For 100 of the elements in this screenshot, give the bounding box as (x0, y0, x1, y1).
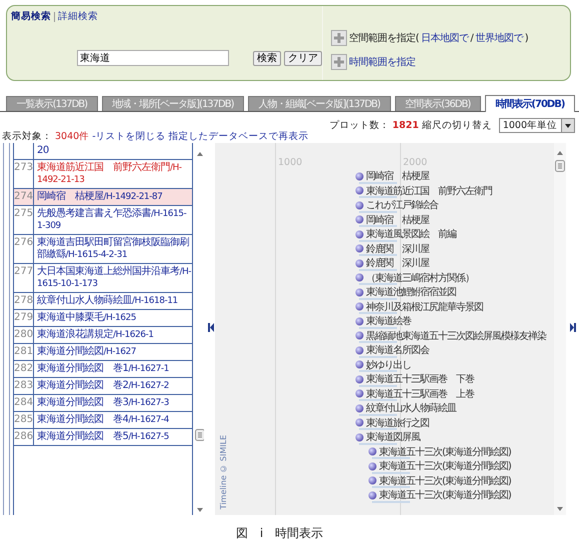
event-marker-icon[interactable] (368, 462, 377, 471)
result-row[interactable]: 285 東海道分間絵図 巻4/H-1627-4 (14, 412, 192, 429)
event-label[interactable]: 東海道図屏風 (366, 430, 420, 444)
caret-icon[interactable] (561, 119, 574, 132)
scroll-thumb[interactable] (555, 160, 565, 172)
event-label[interactable]: 紋章付山水人物蒔絵皿 (366, 401, 456, 416)
result-row[interactable]: 281 東海道分間絵図/H-1627 (14, 344, 192, 361)
scroll-down-icon[interactable] (197, 508, 203, 512)
event-marker-icon[interactable] (355, 374, 364, 384)
scroll-left-icon[interactable] (208, 323, 214, 332)
scroll-right-icon[interactable] (570, 323, 576, 332)
target-count: 3040件 (55, 130, 90, 143)
credit-text: Timeline © SIMILE (219, 434, 228, 509)
scroll-up-icon[interactable] (557, 151, 563, 155)
event-marker-icon[interactable] (355, 360, 364, 370)
event-label[interactable]: 東海道名所図会 (366, 343, 429, 358)
event-label[interactable]: 東海道五十三次(東海道分間絵図) (379, 459, 511, 474)
search-mode-tab[interactable]: 簡易検索 (11, 10, 51, 23)
event-label[interactable]: 鈴鹿関 深川屋 (366, 256, 429, 270)
scroll-thumb[interactable] (195, 429, 204, 441)
event-marker-icon[interactable] (368, 447, 377, 456)
event-label[interactable]: 黒縮緬地東海道五十三次図絵屏風模様友禅染 (366, 328, 546, 343)
result-title: 大日本国東海道上総州国井沿車考/H-1615-10-1-173 (36, 266, 192, 290)
search-button[interactable]: 検索 (253, 50, 281, 66)
result-row[interactable]: 274 岡崎宿 桔梗屋/H-1492-21-87 (14, 189, 192, 206)
event-marker-icon[interactable] (355, 200, 364, 210)
result-row[interactable]: 20 (14, 143, 192, 160)
row-number: 273 (14, 160, 34, 188)
result-title: 東海道吉田駅田町留宮御枝阪臨御刷部繳繇/H-1615-4-2-31 (36, 237, 190, 261)
search-mode-tab[interactable]: 詳細検索 (58, 10, 98, 23)
event-label[interactable]: （東海道三嶋宿村方関係） (366, 270, 474, 285)
event-label[interactable]: 東海道五十三次(東海道分間絵図) (379, 488, 511, 502)
scroll-down-icon[interactable] (557, 507, 563, 511)
result-row[interactable]: 280 東海道浪花講規定/H-1626-1 (14, 327, 192, 344)
list-link[interactable]: -リストを閉じる (92, 130, 166, 143)
event-label[interactable]: 鈴鹿関 深川屋 (366, 242, 429, 256)
result-row[interactable]: 276 東海道吉田駅田町留宮御枝阪臨御刷部繳繇/H-1615-4-2-31 (14, 235, 192, 264)
event-marker-icon[interactable] (355, 258, 364, 268)
event-label[interactable]: 東海道五十三次(東海道分間絵図) (379, 474, 511, 488)
scale-label: 縮尺の切り替え (422, 119, 492, 132)
event-marker-icon[interactable] (355, 288, 364, 297)
event-marker-icon[interactable] (368, 476, 377, 486)
event-label[interactable]: 東海道五十三次(東海道分間絵図) (379, 444, 511, 459)
result-row[interactable]: 277 大日本国東海道上総州国井沿車考/H-1615-10-1-173 (14, 264, 192, 293)
scroll-up-icon[interactable] (197, 152, 203, 156)
event-marker-icon[interactable] (355, 432, 364, 442)
event-marker-icon[interactable] (355, 302, 364, 312)
result-title: 東海道分間絵図 巻4/H-1627-4 (36, 414, 169, 426)
result-row[interactable]: 275 先般愚考建言書え乍恐添書/H-1615-1-309 (14, 206, 192, 235)
separator-text: / (470, 32, 474, 44)
event-marker-icon[interactable] (355, 389, 364, 398)
result-title: 先般愚考建言書え乍恐添書/H-1615-1-309 (36, 208, 188, 232)
row-number: 280 (14, 327, 34, 343)
row-number: 283 (14, 378, 34, 394)
event-marker-icon[interactable] (355, 273, 364, 282)
event-marker-icon[interactable] (355, 346, 364, 355)
event-marker-icon[interactable] (355, 331, 364, 340)
list-link[interactable]: 指定したデータベースで再表示 (168, 130, 309, 143)
event-label[interactable]: 東海道池鯉鮒宿宿並図 (366, 285, 456, 300)
scale-dropdown[interactable]: 1000年単位 (498, 118, 575, 133)
event-label[interactable]: 妙ゆり出し (366, 358, 411, 372)
event-marker-icon[interactable] (355, 215, 364, 224)
map-link[interactable]: 日本地図で (420, 31, 468, 45)
event-marker-icon[interactable] (355, 172, 364, 181)
result-row[interactable]: 278 紋章付山水人物蒔絵皿/H-1618-11 (14, 293, 192, 310)
result-row[interactable]: 283 東海道分間絵図 巻2/H-1627-2 (14, 378, 192, 395)
event-label[interactable]: 岡崎宿 桔梗屋 (366, 212, 429, 227)
event-label[interactable]: 神奈川及箱根江尻龍華寺景図 (366, 300, 483, 314)
result-row[interactable]: 286 東海道分間絵図 巻5/H-1627-5 (14, 429, 192, 446)
event-marker-icon[interactable] (368, 490, 377, 500)
result-row[interactable]: 282 東海道分間絵図 巻1/H-1627-1 (14, 361, 192, 378)
event-label[interactable]: 岡崎宿 桔梗屋 (366, 169, 429, 184)
event-marker-icon[interactable] (355, 244, 364, 254)
event-label[interactable]: これが江戸錦絵合 (366, 198, 438, 212)
result-row[interactable]: 279 東海道中膝栗毛/H-1625 (14, 310, 192, 327)
search-button[interactable]: クリア (284, 50, 322, 66)
event-marker-icon[interactable] (355, 404, 364, 413)
target-label: 表示対象： (2, 130, 52, 143)
event-marker-icon[interactable] (355, 316, 364, 326)
event-label[interactable]: 東海道五十三駅画巻 上巻 (366, 386, 474, 401)
row-number: 285 (14, 412, 34, 428)
event-label[interactable]: 東海道旅行之図 (366, 416, 429, 430)
event-label[interactable]: 東海道筋近江国 前野六左衛門 (366, 184, 492, 198)
event-label[interactable]: 東海道絵巻 (366, 314, 411, 328)
event-marker-icon[interactable] (355, 186, 364, 196)
event-marker-icon[interactable] (355, 418, 364, 428)
result-title: 東海道筋近江国 前野六左衛門/H-1492-21-13 (36, 162, 183, 186)
plot-count: 1821 (392, 120, 419, 131)
result-title: 東海道分間絵図/H-1627 (36, 346, 136, 358)
map-link[interactable]: 世界地図で (475, 31, 523, 45)
event-marker-icon[interactable] (355, 230, 364, 239)
result-title: 東海道分間絵図 巻2/H-1627-2 (36, 380, 169, 392)
time-range-link[interactable]: 時間範囲を指定 (349, 55, 416, 69)
event-label[interactable]: 東海道五十三駅画巻 下巻 (366, 372, 474, 386)
result-title: 岡崎宿 桔梗屋/H-1492-21-87 (36, 191, 162, 203)
row-number: 275 (14, 206, 34, 234)
search-field[interactable]: 東海道 (77, 50, 229, 66)
view-tab[interactable]: 時間表示(70DB) (484, 95, 575, 112)
result-row[interactable]: 284 東海道分間絵図 巻3/H-1627-3 (14, 395, 192, 412)
event-label[interactable]: 東海道風景図絵 前編 (366, 227, 456, 242)
